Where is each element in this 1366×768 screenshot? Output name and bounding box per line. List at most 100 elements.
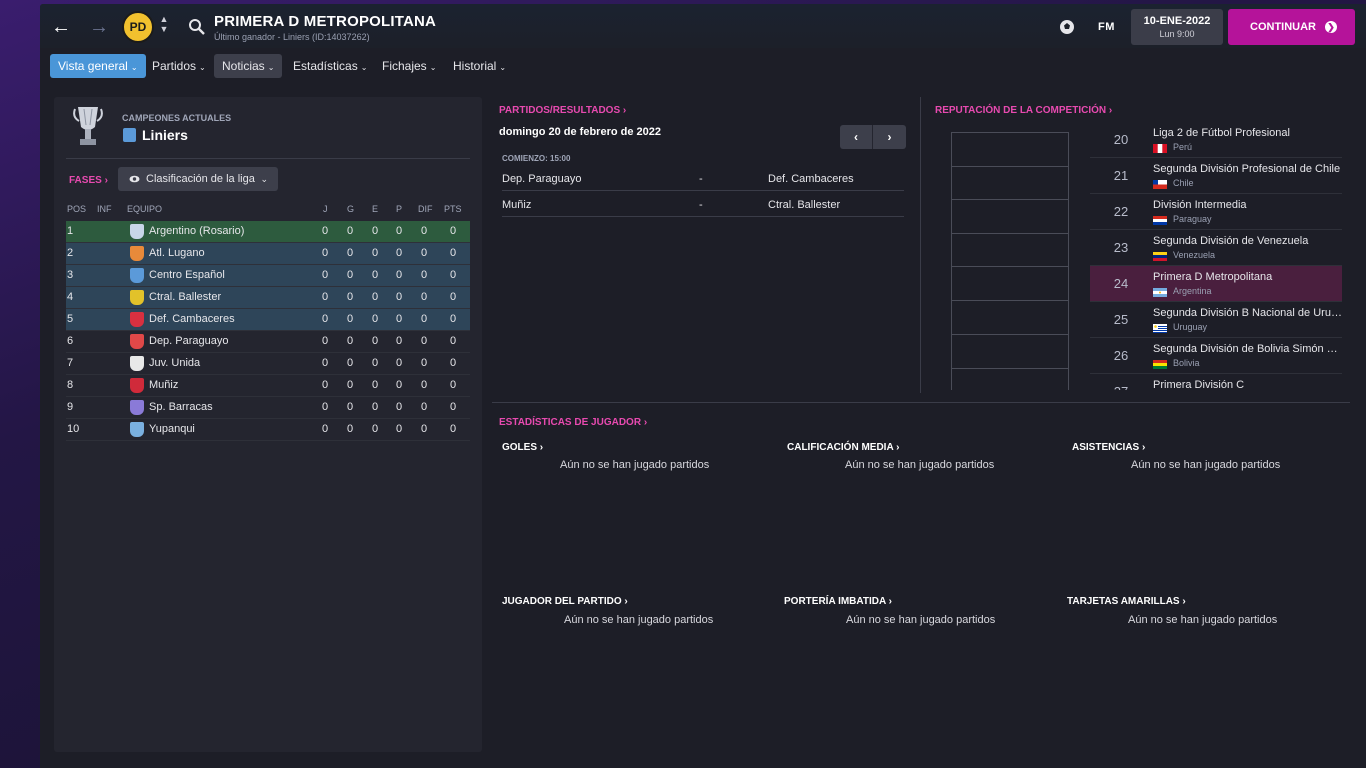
list-item[interactable]: 23 Segunda División de Venezuela Venezuela bbox=[1090, 230, 1342, 266]
competition-logo[interactable]: PD bbox=[122, 11, 154, 43]
row-j: 0 bbox=[322, 291, 329, 303]
standings-dropdown[interactable]: Clasificación de la liga ⌄ bbox=[118, 167, 278, 191]
row-team[interactable]: Centro Español bbox=[149, 269, 225, 281]
table-row[interactable]: 1 Argentino (Rosario) 0 0 0 0 0 0 bbox=[66, 221, 470, 243]
table-row[interactable]: 3 Centro Español 0 0 0 0 0 0 bbox=[66, 265, 470, 287]
home-team[interactable]: Dep. Paraguayo bbox=[502, 173, 582, 185]
col-p[interactable]: P bbox=[396, 204, 402, 214]
row-team[interactable]: Ctral. Ballester bbox=[149, 291, 221, 303]
football-icon[interactable] bbox=[1058, 18, 1076, 36]
reputation-section-link[interactable]: REPUTACIÓN DE LA COMPETICIÓN › bbox=[935, 105, 1112, 116]
list-item[interactable]: 21 Segunda División Profesional de Chile C… bbox=[1090, 158, 1342, 194]
col-pts[interactable]: PTS bbox=[444, 204, 462, 214]
tab-historial[interactable]: Historial ⌄ bbox=[445, 54, 514, 78]
competition-name[interactable]: Segunda División Profesional de Chile bbox=[1153, 163, 1342, 175]
table-row[interactable]: 10 Yupanqui 0 0 0 0 0 0 bbox=[66, 419, 470, 441]
continue-button[interactable]: CONTINUAR ❯ bbox=[1228, 9, 1355, 45]
competition-name[interactable]: Segunda División de Bolivia Simón Bolíva… bbox=[1153, 343, 1342, 355]
table-row[interactable]: 7 Juv. Unida 0 0 0 0 0 0 bbox=[66, 353, 470, 375]
list-item[interactable]: 27Primera División C bbox=[1090, 374, 1342, 390]
chevron-right-icon[interactable]: › bbox=[873, 125, 906, 149]
switch-competition-icon[interactable]: ▲ ▼ bbox=[159, 14, 169, 34]
competition-name[interactable]: Liga 2 de Fútbol Profesional bbox=[1153, 127, 1342, 139]
home-team[interactable]: Muñiz bbox=[502, 199, 531, 211]
current-date: 10-ENE-2022 bbox=[1143, 15, 1211, 27]
row-position: 5 bbox=[67, 313, 74, 325]
col-j[interactable]: J bbox=[323, 204, 328, 214]
col-e[interactable]: E bbox=[372, 204, 378, 214]
table-row[interactable]: 5 Def. Cambaceres 0 0 0 0 0 0 bbox=[66, 309, 470, 331]
divider bbox=[492, 402, 1350, 403]
table-row[interactable]: 6 Dep. Paraguayo 0 0 0 0 0 0 bbox=[66, 331, 470, 353]
yellow-cards-stat-link[interactable]: TARJETAS AMARILLAS › bbox=[1067, 596, 1186, 607]
motm-stat-link[interactable]: JUGADOR DEL PARTIDO › bbox=[502, 596, 628, 607]
row-team[interactable]: Juv. Unida bbox=[149, 357, 200, 369]
row-position: 10 bbox=[67, 423, 80, 435]
back-arrow-icon[interactable]: ← bbox=[50, 16, 72, 38]
score-separator: - bbox=[699, 199, 703, 211]
clean-sheets-stat-link[interactable]: PORTERÍA IMBATIDA › bbox=[784, 596, 892, 607]
chevron-down-icon: ⌄ bbox=[499, 63, 507, 72]
competition-name[interactable]: Segunda División B Nacional de Uruguay bbox=[1153, 307, 1342, 319]
forward-arrow-icon[interactable]: → bbox=[88, 16, 110, 38]
champion-team-link[interactable]: Liniers bbox=[142, 127, 188, 143]
row-dif: 0 bbox=[421, 247, 428, 259]
table-row[interactable]: 2 Atl. Lugano 0 0 0 0 0 0 bbox=[66, 243, 470, 265]
tab-fichajes[interactable]: Fichajes ⌄ bbox=[374, 54, 444, 78]
reputation-chart bbox=[951, 132, 1069, 390]
date-display[interactable]: 10-ENE-2022 Lun 9:00 bbox=[1131, 9, 1223, 45]
chevron-left-icon[interactable]: ‹ bbox=[840, 125, 873, 149]
away-team[interactable]: Def. Cambaceres bbox=[768, 173, 854, 185]
competition-name[interactable]: Segunda División de Venezuela bbox=[1153, 235, 1342, 247]
row-team[interactable]: Sp. Barracas bbox=[149, 401, 213, 413]
competition-name[interactable]: División Intermedia bbox=[1153, 199, 1342, 211]
chevron-down-icon: ⌄ bbox=[130, 63, 138, 72]
chevron-right-icon: › bbox=[104, 175, 108, 186]
tab-estadisticas[interactable]: Estadísticas ⌄ bbox=[285, 54, 375, 78]
fixture-row[interactable]: Dep. Paraguayo - Def. Cambaceres bbox=[502, 165, 904, 191]
player-stats-section-link[interactable]: ESTADÍSTICAS DE JUGADOR › bbox=[499, 417, 647, 428]
team-crest-icon bbox=[130, 356, 144, 371]
competition-country: Uruguay bbox=[1173, 322, 1208, 332]
row-g: 0 bbox=[347, 247, 354, 259]
row-team[interactable]: Argentino (Rosario) bbox=[149, 225, 244, 237]
phases-link[interactable]: FASES › bbox=[69, 175, 108, 186]
argentina-flag-icon bbox=[1153, 288, 1167, 297]
fm-logo[interactable]: FM bbox=[1098, 21, 1115, 33]
row-team[interactable]: Dep. Paraguayo bbox=[149, 335, 229, 347]
col-g[interactable]: G bbox=[347, 204, 354, 214]
rating-stat-link[interactable]: CALIFICACIÓN MEDIA › bbox=[787, 442, 899, 453]
row-team[interactable]: Yupanqui bbox=[149, 423, 195, 435]
list-item[interactable]: 26 Segunda División de Bolivia Simón Bolí… bbox=[1090, 338, 1342, 374]
col-team[interactable]: EQUIPO bbox=[127, 204, 162, 214]
list-item[interactable]: 22 División Intermedia Paraguay bbox=[1090, 194, 1342, 230]
row-team[interactable]: Atl. Lugano bbox=[149, 247, 205, 259]
assists-stat-link[interactable]: ASISTENCIAS › bbox=[1072, 442, 1145, 453]
list-item[interactable]: 25 Segunda División B Nacional de Uruguay… bbox=[1090, 302, 1342, 338]
col-dif[interactable]: DIF bbox=[418, 204, 433, 214]
away-team[interactable]: Ctral. Ballester bbox=[768, 199, 840, 211]
list-item[interactable]: 20 Liga 2 de Fútbol Profesional Perú bbox=[1090, 122, 1342, 158]
team-crest-icon bbox=[130, 290, 144, 305]
search-icon[interactable] bbox=[188, 18, 206, 36]
competition-name[interactable]: Primera D Metropolitana bbox=[1153, 271, 1342, 283]
competition-name[interactable]: Primera División C bbox=[1153, 379, 1342, 390]
row-g: 0 bbox=[347, 379, 354, 391]
tab-noticias[interactable]: Noticias ⌄ bbox=[214, 54, 283, 78]
list-item[interactable]: 24 Primera D Metropolitana Argentina bbox=[1090, 266, 1342, 302]
chart-gridline bbox=[952, 300, 1068, 301]
tab-partidos[interactable]: Partidos ⌄ bbox=[144, 54, 214, 78]
tab-vista-general[interactable]: Vista general ⌄ bbox=[50, 54, 146, 78]
goals-stat-link[interactable]: GOLES › bbox=[502, 442, 543, 453]
row-team[interactable]: Def. Cambaceres bbox=[149, 313, 235, 325]
table-row[interactable]: 9 Sp. Barracas 0 0 0 0 0 0 bbox=[66, 397, 470, 419]
fixture-row[interactable]: Muñiz - Ctral. Ballester bbox=[502, 191, 904, 217]
row-position: 8 bbox=[67, 379, 74, 391]
row-team[interactable]: Muñiz bbox=[149, 379, 178, 391]
table-row[interactable]: 4 Ctral. Ballester 0 0 0 0 0 0 bbox=[66, 287, 470, 309]
col-pos[interactable]: POS bbox=[67, 204, 86, 214]
table-row[interactable]: 8 Muñiz 0 0 0 0 0 0 bbox=[66, 375, 470, 397]
col-inf[interactable]: INF bbox=[97, 204, 112, 214]
champions-label: CAMPEONES ACTUALES bbox=[122, 113, 232, 123]
matches-section-link[interactable]: PARTIDOS/RESULTADOS › bbox=[499, 105, 626, 116]
